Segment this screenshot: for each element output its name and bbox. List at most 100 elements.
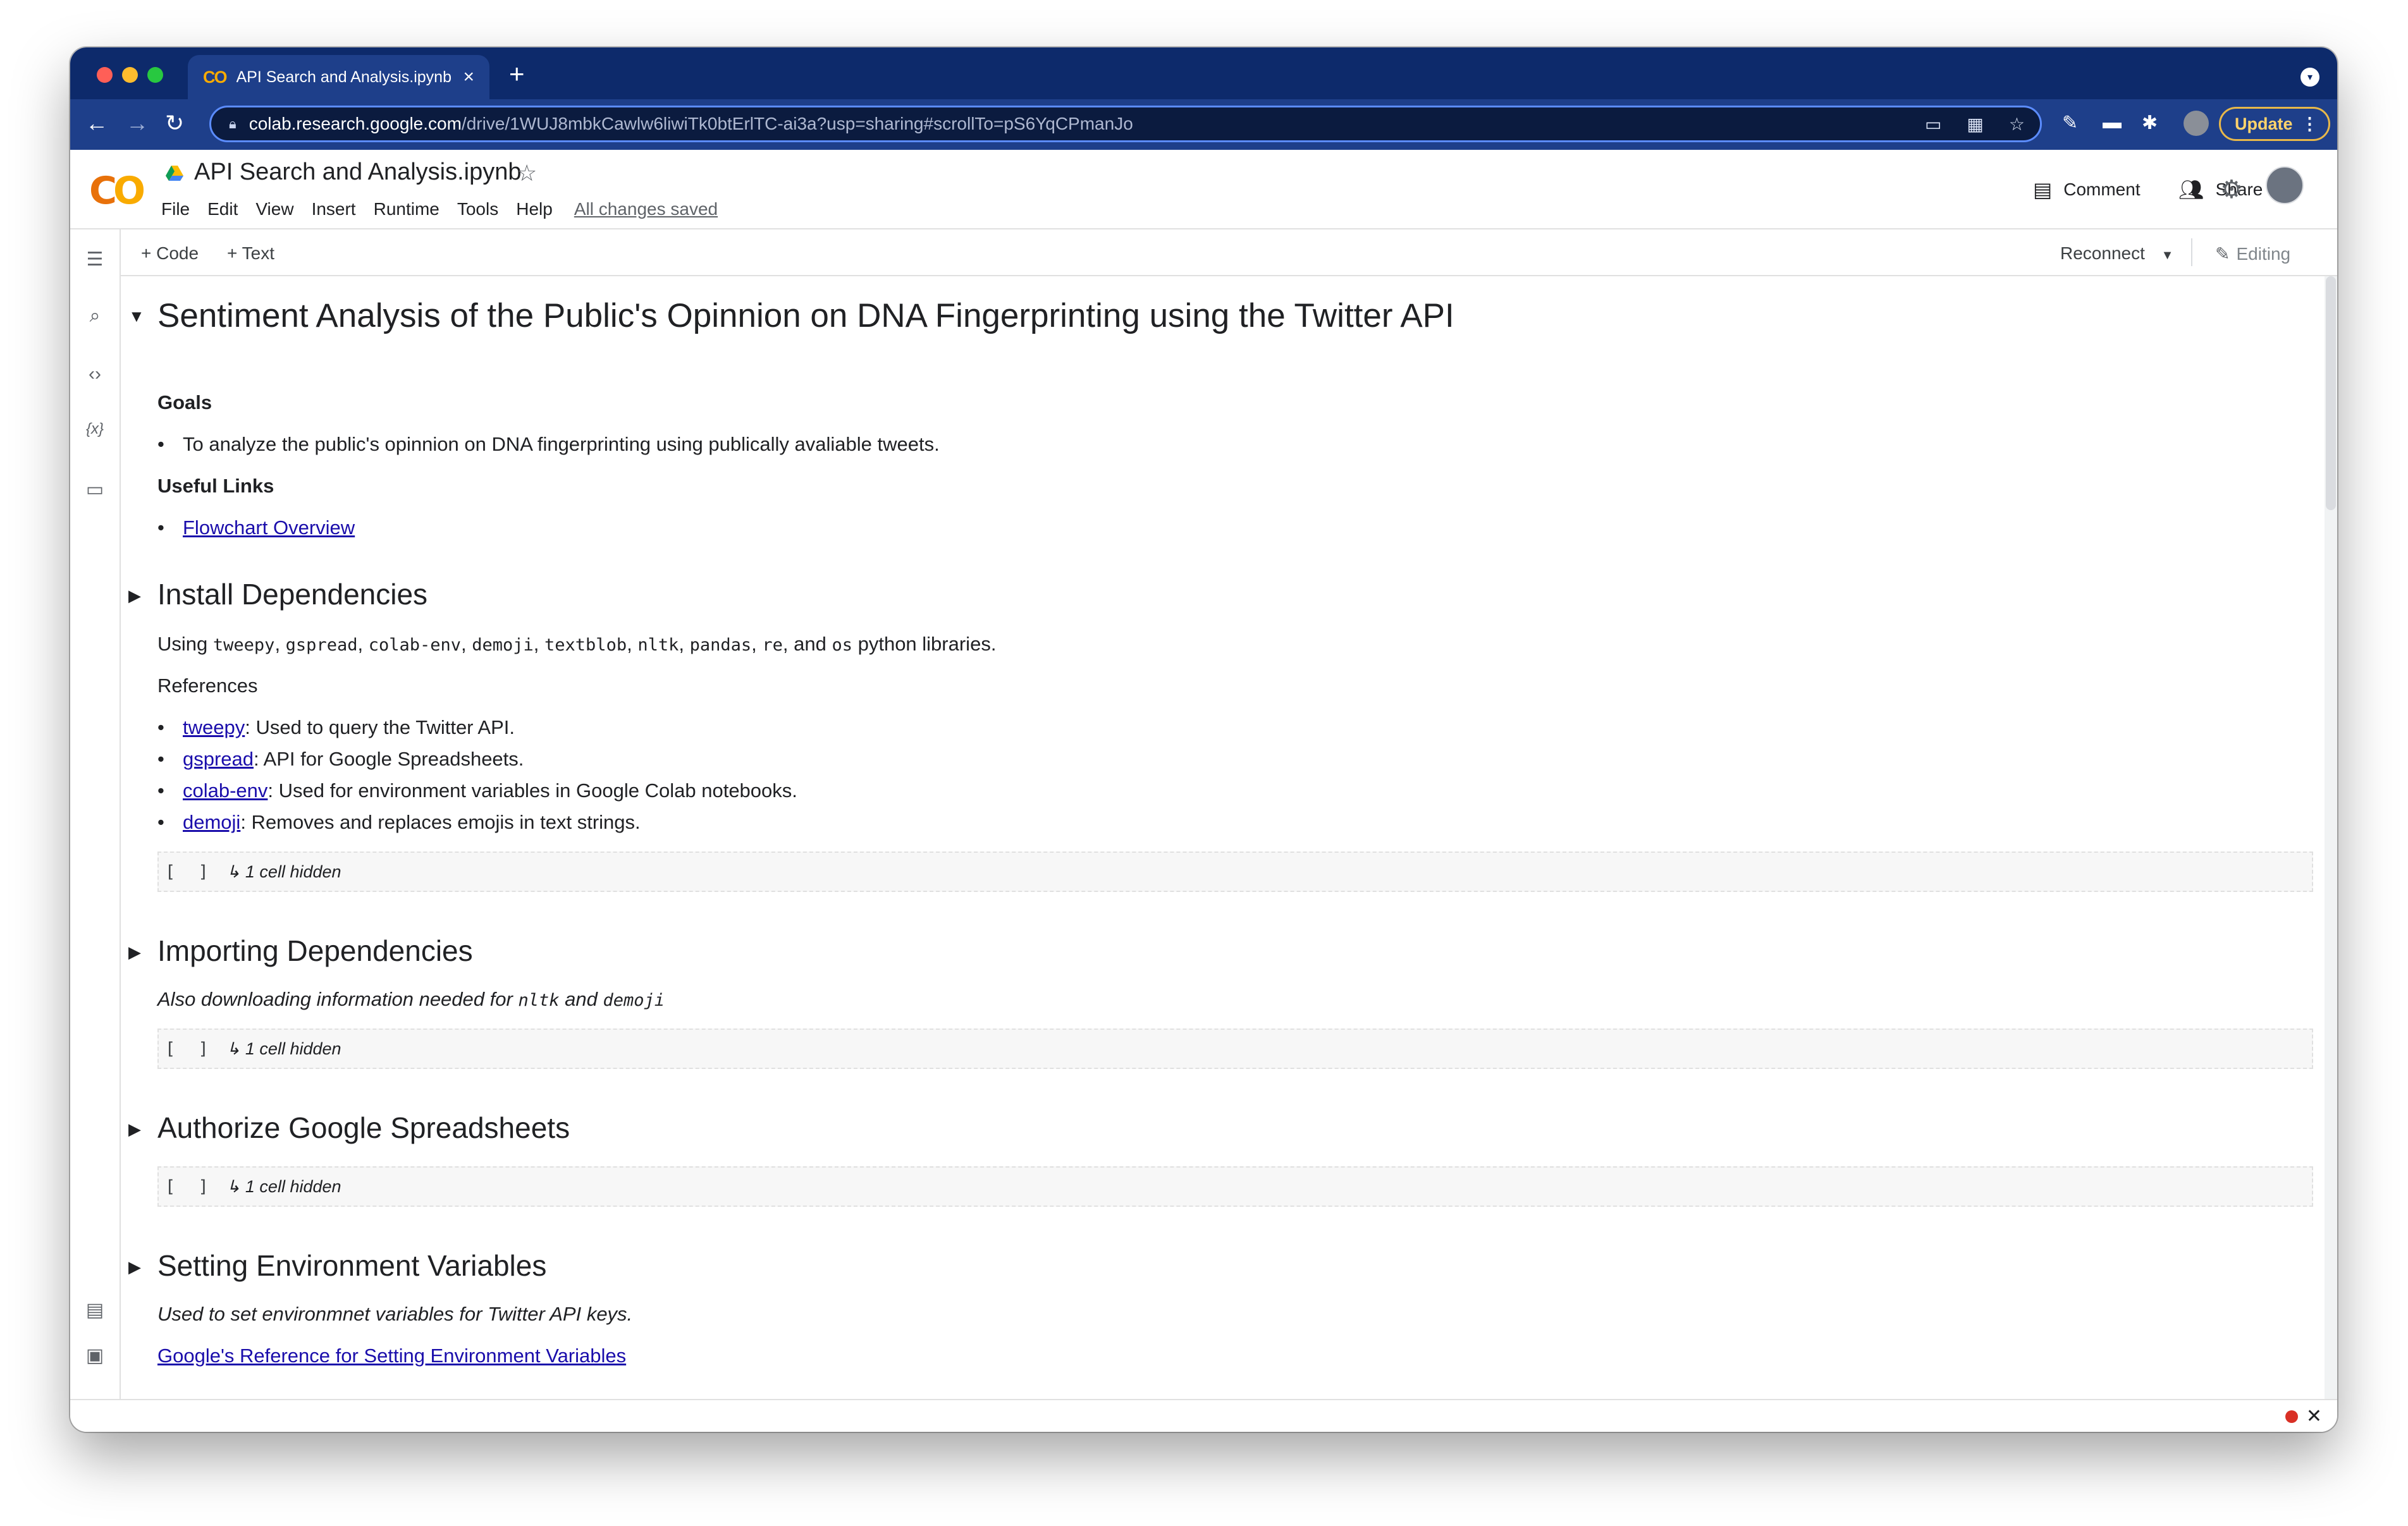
status-bar: ✕ [70,1399,2337,1432]
lib-textblob: textblob [544,635,627,655]
ref-link-gspread[interactable]: gspread [183,748,254,770]
lib-nltk-note: nltk [518,991,560,1010]
editing-label: Editing [2236,244,2291,264]
ref-link-tweepy[interactable]: tweepy [183,716,245,738]
menu-view[interactable]: View [255,199,293,219]
browser-window: CO API Search and Analysis.ipynb × + ▾ ←… [70,47,2337,1432]
cell-brackets: [ ] [165,1039,215,1059]
back-icon[interactable]: ← [85,111,108,136]
new-tab-button[interactable]: + [509,59,525,89]
using-suffix: python libraries. [857,633,997,655]
reconnect-label: Reconnect [2060,243,2145,263]
ref-link-colab-env[interactable]: colab-env [183,779,267,802]
comment-icon: ▤ [2033,178,2053,201]
gear-icon[interactable]: ⚙ [2220,175,2243,204]
menu-runtime[interactable]: Runtime [374,199,439,219]
minimize-window-button[interactable] [122,67,138,83]
goal-item: To analyze the public's opinnion on DNA … [157,433,940,456]
hidden-cells-bar[interactable]: [ ] ↳ 1 cell hidden [157,1029,2313,1069]
files-folder-icon[interactable]: ▭ [84,479,106,501]
authorize-heading: Authorize Google Spreadsheets [157,1111,570,1144]
env-reference-link[interactable]: Google's Reference for Setting Environme… [157,1345,626,1367]
add-code-button[interactable]: + Code [141,243,199,264]
menu-file[interactable]: File [161,199,190,219]
reference-item: demoji: Removes and replaces emojis in t… [157,811,641,834]
menu-edit[interactable]: Edit [207,199,238,219]
colab-logo[interactable]: CO [89,169,145,213]
flowchart-link[interactable]: Flowchart Overview [183,516,355,539]
bookmark-star-icon[interactable]: ☆ [2009,114,2025,135]
hidden-cell-text: ↳ 1 cell hidden [226,862,341,881]
ref-desc: : Used to query the Twitter API. [245,716,515,738]
puzzle-extensions-icon[interactable]: ✱ [2142,112,2158,134]
hidden-cell-text: ↳ 1 cell hidden [226,1176,341,1196]
reference-item: colab-env: Used for environment variable… [157,779,797,802]
menu-help[interactable]: Help [516,199,553,219]
and-word: , and [782,633,826,655]
notebook-title[interactable]: API Search and Analysis.ipynb [194,159,522,186]
add-code-label: Code [156,243,199,263]
section-expand-icon[interactable]: ▶ [128,1120,141,1139]
note-prefix: Also downloading information needed for [157,988,513,1010]
reference-item: gspread: API for Google Spreadsheets. [157,748,524,771]
add-text-button[interactable]: + Text [227,243,274,264]
env-reference-item: Google's Reference for Setting Environme… [157,1345,626,1367]
flowchart-list-item: Flowchart Overview [157,516,355,539]
variables-icon[interactable]: {x} [84,420,106,438]
tab-search-icon[interactable]: ▾ [2300,68,2319,87]
profile-avatar[interactable] [2184,111,2209,136]
hidden-cells-bar[interactable]: [ ] ↳ 1 cell hidden [157,1166,2313,1207]
menu-insert[interactable]: Insert [312,199,356,219]
cast-icon[interactable]: ▭ [1925,114,1941,135]
colab-favicon-icon: CO [203,67,227,87]
install-heading: Install Dependencies [157,578,428,611]
lib-demoji: demoji [472,635,534,655]
save-status[interactable]: All changes saved [574,199,718,219]
ref-link-demoji[interactable]: demoji [183,811,240,833]
search-icon[interactable]: ⌕ [84,305,106,327]
colab-header: CO API Search and Analysis.ipynb ☆ File … [70,150,2337,229]
close-window-button[interactable] [97,67,113,83]
reload-icon[interactable]: ↻ [165,111,184,136]
tab-close-icon[interactable]: × [463,66,474,88]
close-icon[interactable]: ✕ [2306,1405,2322,1427]
menu-tools[interactable]: Tools [457,199,498,219]
address-bar[interactable]: 🔒︎ colab.research.google.com/drive/1WUJ8… [209,106,2042,142]
browser-tab[interactable]: CO API Search and Analysis.ipynb × [188,55,489,99]
terminal-icon[interactable]: ▣ [84,1345,106,1367]
section-expand-icon[interactable]: ▶ [128,1257,141,1277]
notebook-content: ▼ Sentiment Analysis of the Public's Opi… [121,276,2325,1400]
editing-mode-button[interactable]: ✎ Editing [2215,243,2290,264]
reconnect-button[interactable]: Reconnect ▼ [2060,243,2173,264]
section-expand-icon[interactable]: ▶ [128,943,141,962]
env-heading: Setting Environment Variables [157,1249,547,1282]
cell-brackets: [ ] [165,1176,215,1197]
wallet-extension-icon[interactable]: ▬ [2103,112,2122,133]
hidden-cells-bar[interactable]: [ ] ↳ 1 cell hidden [157,852,2313,892]
lib-gspread: gspread [285,635,358,655]
qr-code-icon[interactable]: ▦ [1967,114,1983,135]
toolbar-divider [2191,238,2192,266]
update-button[interactable]: Update ⋮ [2219,107,2330,141]
section-collapse-icon[interactable]: ▼ [128,307,145,326]
zoom-window-button[interactable] [147,67,163,83]
section-expand-icon[interactable]: ▶ [128,586,141,606]
user-avatar[interactable] [2266,166,2304,204]
pen-extension-icon[interactable]: ✎ [2062,112,2078,134]
chevron-down-icon: ▼ [2161,248,2174,262]
scrollbar-thumb[interactable] [2326,276,2336,510]
star-icon[interactable]: ☆ [517,160,537,186]
lib-re: re [762,635,783,655]
command-palette-icon[interactable]: ▤ [84,1299,106,1321]
forward-icon[interactable]: → [126,111,149,136]
table-of-contents-icon[interactable]: ☰ [84,248,106,271]
people-icon: 👥︎ [2178,178,2204,201]
comment-button[interactable]: ▤ Comment [2033,178,2141,202]
left-sidebar: ☰ ⌕ ‹› {x} ▭ ▤ ▣ [70,229,121,1400]
importing-heading: Importing Dependencies [157,934,473,967]
references-label: References [157,674,258,697]
code-snippets-icon[interactable]: ‹› [84,363,106,385]
more-menu-icon[interactable]: ⋮ [2301,114,2318,134]
env-note: Used to set environmnet variables for Tw… [157,1303,633,1325]
useful-links-heading: Useful Links [157,475,274,497]
